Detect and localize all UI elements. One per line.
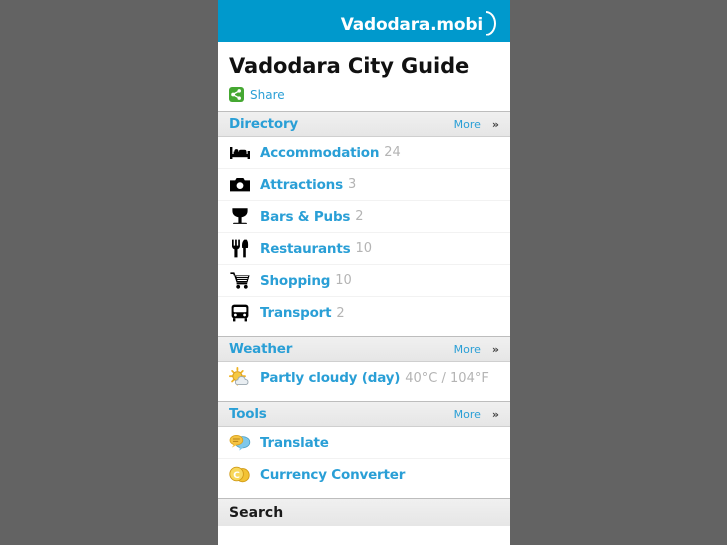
list-item[interactable]: Restaurants 10 <box>218 233 510 266</box>
list-item[interactable]: Shopping 10 <box>218 265 510 298</box>
tools-list: Translate C Currency Converter <box>218 427 510 492</box>
cutlery-icon <box>229 238 251 260</box>
list-item[interactable]: Translate <box>218 427 510 460</box>
share-label: Share <box>250 87 285 102</box>
bus-icon <box>229 302 251 324</box>
list-item[interactable]: Attractions 3 <box>218 169 510 202</box>
weather-temperature: 40°C / 104°F <box>405 370 489 386</box>
brand-bar: Vadodara.mobi <box>218 0 510 42</box>
site-logo-text: Vadodara.mobi <box>340 14 483 35</box>
list-item-label: Translate <box>260 434 329 451</box>
list-item-label: Restaurants <box>260 240 351 257</box>
section-title-tools: Tools <box>229 406 267 423</box>
list-item[interactable]: Partly cloudy (day) 40°C / 104°F <box>218 362 510 394</box>
more-link-directory[interactable]: More <box>454 118 481 131</box>
section-header-tools: Tools More » <box>218 401 510 428</box>
section-header-directory: Directory More » <box>218 111 510 138</box>
list-item-count: 10 <box>355 241 372 257</box>
section-spacer <box>218 491 510 499</box>
site-logo[interactable]: Vadodara.mobi <box>341 8 497 35</box>
list-item-count: 2 <box>355 209 364 225</box>
list-item-count: 10 <box>335 273 352 289</box>
list-item[interactable]: C Currency Converter <box>218 459 510 491</box>
page-root: Vadodara.mobi Vadodara City Guide Share <box>0 0 727 545</box>
speech-bubbles-icon <box>229 432 251 454</box>
page-title: Vadodara City Guide <box>229 54 470 78</box>
section-title-directory: Directory <box>229 116 299 133</box>
svg-text:C: C <box>233 471 240 481</box>
list-item[interactable]: Accommodation 24 <box>218 137 510 170</box>
chevron-double-right-icon[interactable]: » <box>492 344 499 355</box>
section-title-search: Search <box>229 504 284 521</box>
list-item[interactable]: Transport 2 <box>218 297 510 329</box>
cocktail-icon <box>229 206 251 228</box>
list-item-count: 24 <box>384 145 401 161</box>
list-item-count: 2 <box>336 305 345 321</box>
camera-icon <box>229 174 251 196</box>
list-item-label: Shopping <box>260 272 331 289</box>
list-item-label: Attractions <box>260 176 343 193</box>
mobile-page-card: Vadodara.mobi Vadodara City Guide Share <box>218 0 510 545</box>
currency-coins-icon: C <box>229 464 251 486</box>
bed-icon <box>229 142 251 164</box>
list-item-label: Transport <box>260 305 332 322</box>
list-item-count: 3 <box>347 177 357 193</box>
section-title-weather: Weather <box>229 341 293 358</box>
list-item-label: Bars & Pubs <box>260 208 351 225</box>
cart-icon <box>229 270 251 292</box>
share-button[interactable]: Share <box>229 87 499 103</box>
more-link-tools[interactable]: More <box>454 408 481 421</box>
section-spacer <box>218 329 510 337</box>
list-item[interactable]: Bars & Pubs 2 <box>218 201 510 234</box>
chevron-double-right-icon[interactable]: » <box>492 119 499 130</box>
more-link-weather[interactable]: More <box>454 343 481 356</box>
directory-list: Accommodation 24 Attractions 3 Bars & Pu… <box>218 137 510 330</box>
list-item-label: Partly cloudy (day) <box>260 370 401 387</box>
weather-list: Partly cloudy (day) 40°C / 104°F <box>218 362 510 395</box>
share-icon <box>229 87 244 103</box>
section-spacer <box>218 394 510 402</box>
list-item-label: Accommodation <box>260 144 380 161</box>
title-block: Vadodara City Guide Share <box>218 42 510 112</box>
logo-arc-icon <box>484 11 497 33</box>
chevron-double-right-icon[interactable]: » <box>492 409 499 420</box>
section-header-search: Search <box>218 498 510 527</box>
sun-cloud-icon <box>229 367 251 389</box>
section-header-weather: Weather More » <box>218 336 510 363</box>
list-item-label: Currency Converter <box>260 467 406 484</box>
